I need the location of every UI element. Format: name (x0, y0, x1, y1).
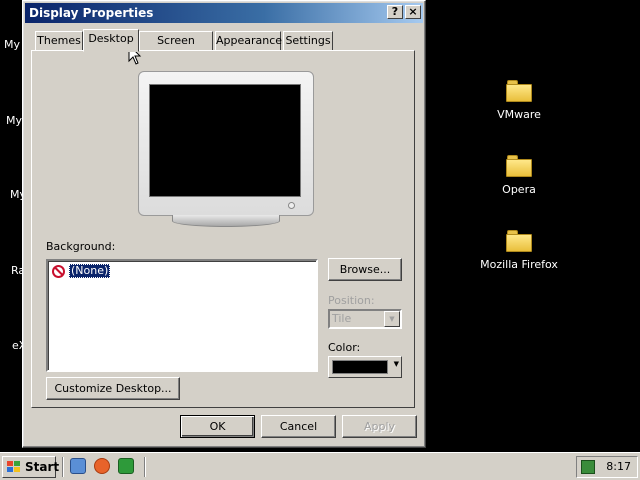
system-tray: 8:17 (576, 456, 638, 478)
monitor-preview (138, 71, 314, 229)
network-icon[interactable] (581, 460, 595, 474)
browser-icon[interactable] (94, 458, 110, 474)
desktop-icon-label: Mozilla Firefox (480, 258, 558, 271)
browse-button[interactable]: Browse... (328, 258, 402, 281)
ok-button[interactable]: OK (180, 415, 255, 438)
clock[interactable]: 8:17 (606, 460, 631, 473)
power-led (288, 202, 295, 209)
desktop-label-partial[interactable]: My (4, 38, 20, 51)
tab-appearance[interactable]: Appearance (215, 31, 282, 51)
taskbar: Start 8:17 (0, 452, 640, 480)
monitor-stand (172, 215, 280, 227)
color-swatch (332, 360, 388, 374)
desktop-label-partial[interactable]: My (6, 114, 22, 127)
desktop-icon-vmware[interactable]: VMware (469, 80, 569, 121)
tab-screen-saver[interactable]: Screen Saver (139, 31, 213, 65)
start-label: Start (25, 460, 60, 474)
folder-icon (506, 155, 532, 177)
chevron-down-icon: ▼ (393, 360, 399, 368)
background-label: Background: (46, 240, 116, 253)
position-select[interactable]: Tile ▼ (328, 309, 402, 329)
monitor-icon (138, 71, 314, 216)
start-button[interactable]: Start (2, 456, 60, 478)
windows-logo-icon (7, 461, 21, 473)
tab-settings[interactable]: Settings (283, 31, 333, 51)
close-button[interactable]: × (405, 5, 421, 19)
title-bar[interactable]: Display Properties ? × (25, 3, 423, 23)
chevron-down-icon: ▼ (384, 311, 400, 327)
position-value: Tile (332, 312, 352, 325)
display-properties-window: Display Properties ? × Themes Desktop Sc… (22, 0, 426, 448)
show-desktop-icon[interactable] (70, 458, 86, 474)
position-label: Position: (328, 294, 375, 307)
folder-icon (506, 80, 532, 102)
window-title: Display Properties (29, 6, 154, 20)
apply-button[interactable]: Apply (342, 415, 417, 438)
cancel-button[interactable]: Cancel (261, 415, 336, 438)
list-item-label: (None) (69, 264, 111, 278)
taskbar-separator (62, 457, 64, 477)
desktop-tab-panel: Background: (None) Browse... Position: T… (31, 50, 415, 408)
customize-desktop-button[interactable]: Customize Desktop... (46, 377, 180, 400)
color-picker-button[interactable]: ▼ (328, 356, 402, 378)
desktop-icon-firefox[interactable]: Mozilla Firefox (469, 230, 569, 271)
taskbar-separator (144, 457, 146, 477)
help-button[interactable]: ? (387, 5, 403, 19)
desktop-icon-label: Opera (502, 183, 536, 196)
preview-screen (149, 84, 301, 197)
media-icon[interactable] (118, 458, 134, 474)
no-entry-icon (52, 264, 65, 278)
list-item[interactable]: (None) (52, 263, 111, 279)
tab-themes[interactable]: Themes (35, 31, 83, 51)
background-list[interactable]: (None) (46, 259, 318, 372)
desktop-icon-opera[interactable]: Opera (469, 155, 569, 196)
desktop-icon-label: VMware (497, 108, 541, 121)
folder-icon (506, 230, 532, 252)
color-label: Color: (328, 341, 361, 354)
tab-desktop[interactable]: Desktop (83, 29, 139, 52)
